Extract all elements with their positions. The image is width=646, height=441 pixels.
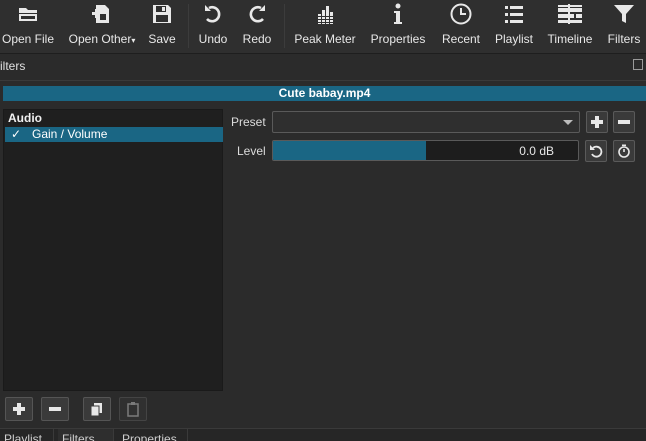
filter-list[interactable]: Audio ✓ Gain / Volume [3,109,223,391]
minus-icon [618,120,630,124]
open-file-button[interactable]: Open File [2,0,54,54]
level-label: Level [237,144,266,158]
clip-name-bar: Cute babay.mp4 [3,86,646,101]
level-slider[interactable]: 0.0 dB [272,140,579,161]
dock-title: ilters [0,59,26,73]
filters-dock-header: ilters [0,55,646,81]
add-preset-button[interactable] [586,111,608,133]
paste-icon [127,402,139,417]
filters-button[interactable]: Filters [604,0,644,54]
open-other-icon [92,5,109,23]
check-icon[interactable]: ✓ [11,127,21,142]
redo-button[interactable]: Redo [240,0,274,54]
tab-playlist[interactable]: Playlist [0,429,54,441]
copy-icon [90,403,102,417]
open-other-button[interactable]: Open Other▾ [66,0,138,54]
redo-icon [249,5,265,23]
preset-label: Preset [231,115,266,129]
save-button[interactable]: Save [144,0,180,54]
dock-tabs: Playlist Filters Properties [0,428,646,441]
remove-preset-button[interactable] [613,111,635,133]
remove-filter-button[interactable] [41,397,69,421]
recent-button[interactable]: Recent [440,0,482,54]
clock-icon [450,3,472,25]
keyframes-button[interactable] [613,140,635,162]
undo-button[interactable]: Undo [196,0,230,54]
copy-filters-button[interactable] [83,397,111,421]
timeline-icon [558,4,582,24]
chevron-down-icon [563,120,573,125]
undo-icon [590,145,603,158]
filter-name: Gain / Volume [32,127,108,141]
timeline-button[interactable]: Timeline [546,0,594,54]
save-icon [153,5,171,23]
level-value: 0.0 dB [519,144,554,158]
toolbar-separator [284,4,285,48]
reset-level-button[interactable] [585,140,607,162]
minus-icon [49,407,61,411]
level-slider-fill [273,141,426,160]
paste-filters-button[interactable] [119,397,147,421]
filter-funnel-icon [614,5,634,23]
preset-combo[interactable] [272,111,580,133]
peak-meter-icon [317,6,334,24]
info-icon [394,3,402,24]
playlist-button[interactable]: Playlist [494,0,534,54]
undo-icon [205,5,221,23]
filter-group-audio: Audio [8,111,42,125]
list-icon [505,6,523,23]
toolbar-separator [188,4,189,48]
filter-list-item[interactable]: ✓ Gain / Volume [5,127,223,142]
open-file-icon [19,8,37,21]
plus-icon [591,116,603,128]
tab-filters[interactable]: Filters [58,429,114,441]
dropdown-arrow-icon: ▾ [131,36,136,45]
float-dock-icon[interactable] [633,59,643,70]
main-toolbar: Open File Open Other▾ Save Undo Redo Pea… [0,0,646,54]
tab-properties[interactable]: Properties [118,429,188,441]
add-filter-button[interactable] [5,397,33,421]
peak-meter-button[interactable]: Peak Meter [292,0,358,54]
plus-icon [13,403,25,415]
properties-button[interactable]: Properties [368,0,428,54]
stopwatch-icon [618,144,630,158]
